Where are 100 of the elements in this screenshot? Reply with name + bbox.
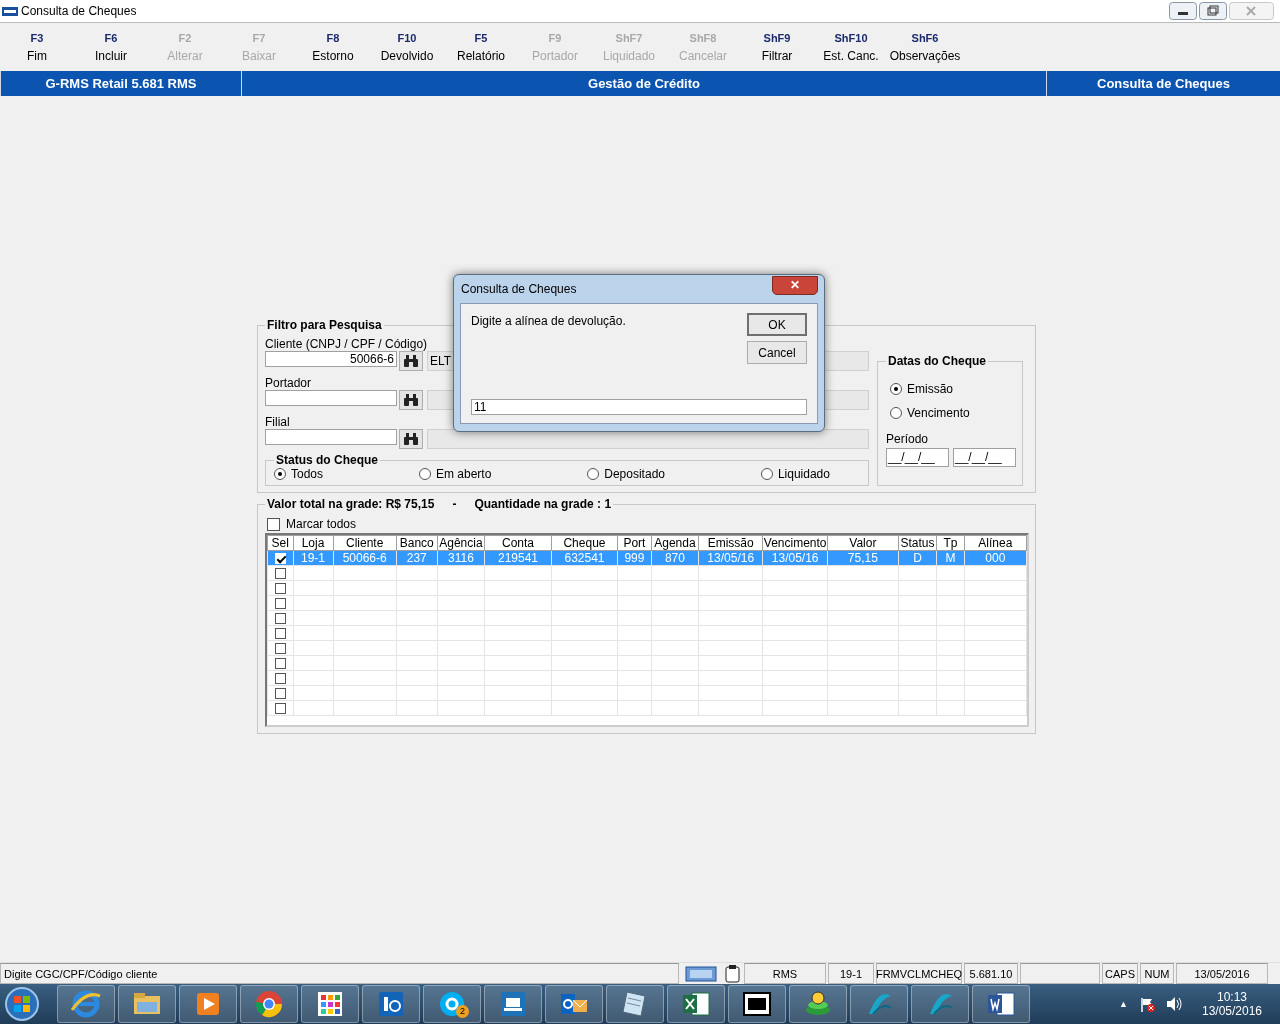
app-icon[interactable] (1, 4, 19, 18)
date-field[interactable]: __/__/__ (886, 448, 949, 467)
monitor-icon[interactable] (684, 964, 718, 983)
taskbar-button[interactable] (972, 985, 1030, 1023)
chrome-icon (253, 988, 285, 1020)
checkbox[interactable] (274, 642, 286, 654)
column-header[interactable]: Valor (827, 535, 899, 551)
column-header[interactable]: Agência (437, 535, 485, 551)
notification-badge: 2 (456, 1005, 469, 1018)
taskbar-button[interactable] (301, 985, 359, 1023)
toolbar-button[interactable]: ShF10 Est. Canc. (814, 31, 888, 63)
taskbar-button[interactable]: 2 (423, 985, 481, 1023)
minimize-icon[interactable] (1169, 2, 1197, 20)
status-indicator: CAPS (1102, 963, 1138, 984)
separator-label: - (452, 497, 457, 511)
input-field[interactable]: 50066-6 (265, 351, 397, 367)
column-header[interactable]: Agenda (651, 535, 699, 551)
lookup-button[interactable] (399, 390, 423, 410)
checkbox-label: Marcar todos (286, 517, 357, 531)
status-cell: FRMVCLMCHEQ (876, 963, 962, 984)
total-label: Valor total na grade: R$ 75,15 (267, 497, 435, 511)
checkbox[interactable] (274, 567, 286, 579)
radio-button[interactable] (760, 468, 773, 480)
column-header[interactable]: Sel (267, 535, 294, 551)
checkbox[interactable] (274, 672, 286, 684)
radio-button[interactable] (418, 468, 431, 480)
flag-icon[interactable] (1139, 995, 1156, 1013)
screen-title: Consulta de Cheques (1096, 75, 1231, 93)
start-button[interactable] (4, 986, 40, 1022)
column-header[interactable]: Loja (293, 535, 333, 551)
binoculars-icon (403, 354, 419, 368)
status-text: Digite CGC/CPF/Código cliente (0, 963, 679, 984)
taskbar-button[interactable] (545, 985, 603, 1023)
toolbar-button[interactable]: F10 Devolvido (370, 31, 444, 63)
taskbar-button[interactable] (484, 985, 542, 1023)
lookup-button[interactable] (399, 429, 423, 449)
radio-label: Vencimento (907, 406, 970, 420)
checkbox[interactable] (274, 597, 286, 609)
column-header[interactable]: Status (898, 535, 937, 551)
checkbox[interactable] (267, 517, 280, 531)
binoculars-icon (403, 393, 419, 407)
clock[interactable]: 10:13 13/05/2016 (1192, 990, 1272, 1018)
column-header[interactable]: Banco (396, 535, 438, 551)
status-cell: RMS (744, 963, 826, 984)
column-header[interactable]: Alínea (964, 535, 1027, 551)
radio-label: Liquidado (777, 467, 830, 481)
taskbar-button[interactable] (728, 985, 786, 1023)
field-label: Cliente (CNPJ / CPF / Código) (265, 337, 429, 351)
radio-label: Em aberto (435, 467, 492, 481)
column-header[interactable]: Cheque (551, 535, 618, 551)
checkbox[interactable] (274, 612, 286, 624)
column-header[interactable]: Cliente (333, 535, 397, 551)
input-field[interactable] (265, 429, 397, 445)
checkbox[interactable] (274, 657, 286, 669)
taskbar-button[interactable] (179, 985, 237, 1023)
group-title: Datas do Cheque (887, 354, 987, 368)
checkbox[interactable] (274, 702, 286, 714)
checkbox[interactable] (274, 582, 286, 594)
radio-button[interactable] (890, 407, 902, 419)
window-title: Consulta de Cheques (21, 4, 137, 18)
field-label: Portador (265, 376, 313, 390)
date-field[interactable]: __/__/__ (953, 448, 1016, 467)
field-label: Período (886, 432, 930, 446)
checkbox[interactable] (274, 687, 286, 699)
toolbar-button[interactable]: ShF6 Observações (888, 31, 962, 63)
clipboard-icon[interactable] (724, 964, 741, 983)
toolbar-button[interactable]: F5 Relatório (444, 31, 518, 63)
tray-arrow[interactable]: ▲ (1119, 999, 1128, 1009)
status-cell: 5.681.10 (964, 963, 1018, 984)
cancel-button[interactable]: Cancel (747, 341, 807, 364)
column-header[interactable]: Tp (936, 535, 965, 551)
lookup-button[interactable] (399, 351, 423, 371)
globe-icon (70, 988, 102, 1020)
radio-label: Emissão (907, 382, 953, 396)
close-button[interactable]: ✕ (772, 275, 818, 295)
column-header[interactable]: Vencimento (762, 535, 828, 551)
count-label: Quantidade na grade : 1 (474, 497, 612, 511)
dialog-title: Consulta de Cheques (461, 282, 577, 296)
toolbar-button[interactable]: ShF9 Filtrar (740, 31, 814, 63)
radio-button[interactable] (587, 468, 600, 480)
restore-icon[interactable] (1199, 2, 1227, 20)
status-indicator: NUM (1140, 963, 1174, 984)
toolbar-button[interactable]: F3 Fim (0, 31, 74, 63)
checkbox[interactable] (274, 627, 286, 639)
column-header[interactable]: Port (617, 535, 652, 551)
ok-button[interactable]: OK (747, 313, 807, 336)
input-field[interactable]: 11 (471, 399, 807, 415)
speaker-icon[interactable] (1165, 995, 1183, 1013)
taskbar-button[interactable] (362, 985, 420, 1023)
toolbar-button[interactable]: F6 Incluir (74, 31, 148, 63)
binoculars-icon (403, 432, 419, 446)
radio-button[interactable] (890, 383, 902, 395)
group-title: Status do Cheque (275, 453, 379, 467)
taskbar-button[interactable] (667, 985, 725, 1023)
toolbar-button[interactable]: F8 Estorno (296, 31, 370, 63)
field-label: Filial (265, 415, 291, 429)
column-header[interactable]: Conta (484, 535, 552, 551)
column-header[interactable]: Emissão (698, 535, 763, 551)
radio-button[interactable] (274, 468, 286, 480)
input-field[interactable] (265, 390, 397, 406)
